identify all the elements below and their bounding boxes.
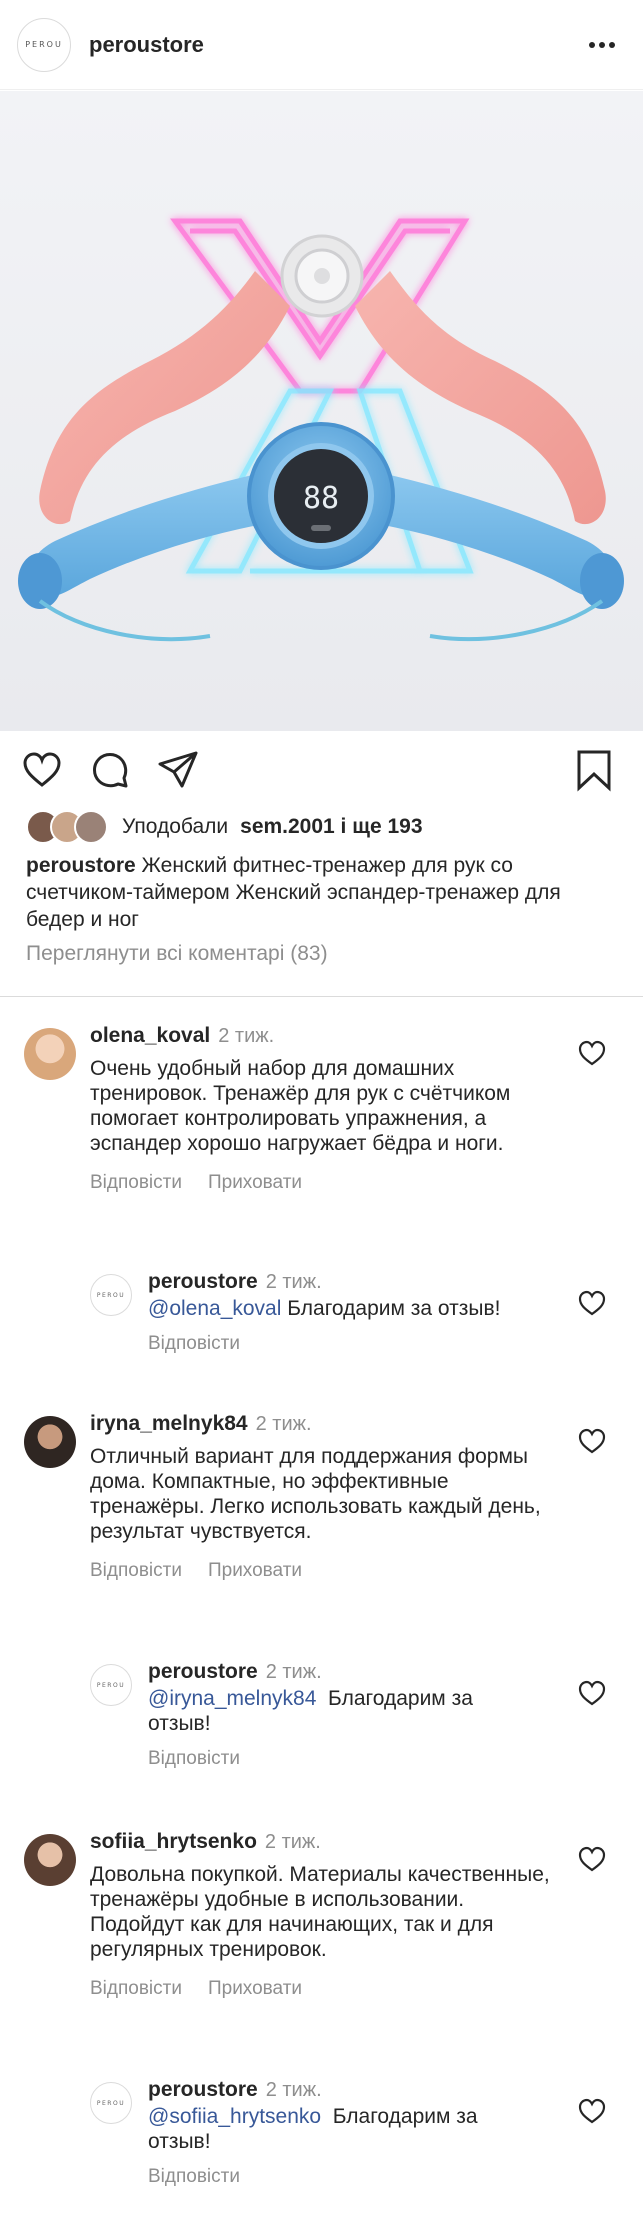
share-icon[interactable] xyxy=(156,748,200,792)
reply-time: 2 тиж. xyxy=(265,1661,322,1683)
hide-button[interactable]: Приховати xyxy=(208,1172,302,1194)
reply-time: 2 тиж. xyxy=(265,1271,322,1293)
post-actions xyxy=(0,740,643,800)
post-header: PEROU peroustore xyxy=(0,0,643,90)
comment-like-icon[interactable] xyxy=(578,1428,606,1454)
caption-username[interactable]: peroustore xyxy=(26,854,136,877)
comment-time: 2 тиж. xyxy=(264,1831,321,1853)
mention-link[interactable]: @olena_koval xyxy=(148,1297,281,1320)
reply-button[interactable]: Відповісти xyxy=(148,1748,240,1770)
comment-like-icon[interactable] xyxy=(578,1846,606,1872)
hide-button[interactable]: Приховати xyxy=(208,1978,302,2000)
comment-time: 2 тиж. xyxy=(255,1413,312,1435)
comment-like-icon[interactable] xyxy=(578,2098,606,2124)
bookmark-icon[interactable] xyxy=(572,748,616,792)
comment-icon[interactable] xyxy=(88,748,132,792)
post-image[interactable]: 88 xyxy=(0,91,643,731)
view-all-comments-link[interactable]: Переглянути всі коментарі (83) xyxy=(26,942,328,966)
liker-avatars xyxy=(26,810,108,844)
comment-username[interactable]: sofiia_hrytsenko xyxy=(90,1830,257,1853)
reply-button[interactable]: Відповісти xyxy=(148,2166,240,2188)
comment-username[interactable]: iryna_melnyk84 xyxy=(90,1412,248,1435)
avatar[interactable] xyxy=(24,1028,76,1080)
reply-username[interactable]: peroustore xyxy=(148,2078,258,2101)
hide-button[interactable]: Приховати xyxy=(208,1560,302,1582)
reply-time: 2 тиж. xyxy=(265,2079,322,2101)
product-photo: 88 xyxy=(18,218,624,642)
comment-time: 2 тиж. xyxy=(218,1025,275,1047)
mention-link[interactable]: @iryna_melnyk84 xyxy=(148,1687,316,1710)
mention-link[interactable]: @sofiia_hrytsenko xyxy=(148,2105,321,2128)
likes-row[interactable]: Уподобали sem.2001 і ще 193 xyxy=(26,808,423,846)
post-caption: peroustore Женский фитнес-тренажер для р… xyxy=(26,852,616,933)
reply-text: Благодарим за отзыв! xyxy=(281,1297,501,1320)
comment-like-icon[interactable] xyxy=(578,1290,606,1316)
comment-like-icon[interactable] xyxy=(578,1680,606,1706)
store-avatar[interactable]: PEROU xyxy=(17,17,71,72)
reply-button[interactable]: Відповісти xyxy=(90,1560,182,1582)
divider xyxy=(0,996,643,997)
comment-username[interactable]: olena_koval xyxy=(90,1024,210,1047)
store-avatar[interactable]: PEROU xyxy=(90,1664,132,1706)
reply-button[interactable]: Відповісти xyxy=(148,1333,240,1355)
counter-display: 88 xyxy=(303,481,339,516)
reply-button[interactable]: Відповісти xyxy=(90,1978,182,2000)
avatar[interactable] xyxy=(24,1416,76,1468)
avatar[interactable] xyxy=(24,1834,76,1886)
likes-count[interactable]: sem.2001 і ще 193 xyxy=(240,815,422,839)
post-username[interactable]: peroustore xyxy=(89,32,204,58)
likes-label: Уподобали xyxy=(122,815,229,838)
reply-button[interactable]: Відповісти xyxy=(90,1172,182,1194)
store-avatar[interactable]: PEROU xyxy=(90,1274,132,1316)
reply-username[interactable]: peroustore xyxy=(148,1660,258,1683)
more-options-icon[interactable] xyxy=(587,30,617,60)
heart-icon[interactable] xyxy=(20,748,64,792)
avatar xyxy=(74,810,108,844)
comment-like-icon[interactable] xyxy=(578,1040,606,1066)
comment-text: Очень удобный набор для домашних трениро… xyxy=(90,1057,511,1155)
comment-text: Отличный вариант для поддержания формы д… xyxy=(90,1445,541,1543)
store-avatar[interactable]: PEROU xyxy=(90,2082,132,2124)
reply-username[interactable]: peroustore xyxy=(148,1270,258,1293)
comment-text: Довольна покупкой. Материалы качественны… xyxy=(90,1863,550,1961)
